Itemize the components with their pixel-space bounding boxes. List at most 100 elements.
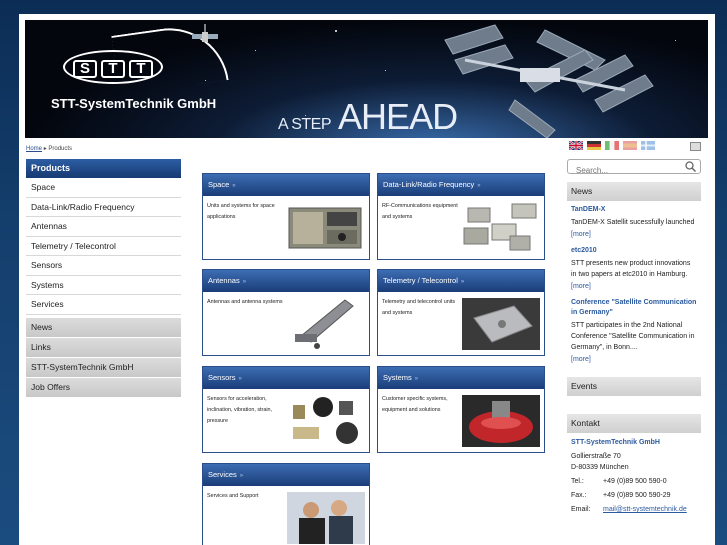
star bbox=[675, 40, 676, 41]
sidebar-item-news[interactable]: News bbox=[26, 317, 181, 337]
news-heading: News bbox=[567, 182, 701, 201]
page: S T T STT-SystemTechnik GmbH A STEP AHEA… bbox=[19, 14, 715, 545]
german-flag-icon[interactable] bbox=[587, 141, 601, 150]
tile-header[interactable]: Telemetry / Telecontrol» bbox=[378, 270, 544, 292]
news-text: STT participates in the 2nd National Con… bbox=[571, 322, 695, 351]
italian-flag-icon[interactable] bbox=[605, 141, 619, 150]
english-flag-icon[interactable] bbox=[569, 141, 583, 150]
sidebar-item-antennas[interactable]: Antennas bbox=[26, 217, 181, 237]
arrow-icon: » bbox=[238, 376, 242, 382]
space-unit-image bbox=[288, 207, 362, 249]
star bbox=[335, 30, 337, 32]
news-text: STT presents new product innovations in … bbox=[571, 260, 691, 278]
sidebar-header-products[interactable]: Products bbox=[26, 159, 181, 178]
search-input[interactable] bbox=[568, 164, 678, 177]
breadcrumb: Home ▸ Products bbox=[26, 145, 72, 152]
star bbox=[385, 70, 386, 71]
sidebar-item-job-offers[interactable]: Job Offers bbox=[26, 377, 181, 397]
tel-value: +49 (0)89 500 590-0 bbox=[603, 478, 667, 485]
tile-description: Units and systems for space applications bbox=[207, 203, 275, 220]
tile-header[interactable]: Services» bbox=[203, 464, 369, 486]
news-more-link[interactable]: [more] bbox=[571, 356, 697, 363]
right-column: News TanDEM-X TanDEM-X Satellit sucessfu… bbox=[567, 159, 701, 515]
header-banner: S T T STT-SystemTechnik GmbH A STEP AHEA… bbox=[25, 20, 708, 138]
sidebar-item-services[interactable]: Services bbox=[26, 295, 181, 315]
news-title[interactable]: TanDEM-X bbox=[571, 205, 697, 215]
breadcrumb-home-link[interactable]: Home bbox=[26, 146, 42, 152]
tile-systems[interactable]: Systems» Customer specific systems, equi… bbox=[377, 366, 545, 453]
tile-header[interactable]: Space» bbox=[203, 174, 369, 196]
logo[interactable]: S T T bbox=[73, 60, 153, 78]
sidebar-item-data-link[interactable]: Data-Link/Radio Frequency bbox=[26, 197, 181, 217]
fax-label: Fax.: bbox=[571, 492, 587, 499]
sidebar-item-space[interactable]: Space bbox=[26, 178, 181, 198]
tile-title: Services bbox=[208, 470, 237, 479]
news-title[interactable]: etc2010 bbox=[571, 246, 697, 256]
kontakt-street: Gollierstraße 70 bbox=[571, 453, 621, 460]
sidebar-item-sensors[interactable]: Sensors bbox=[26, 256, 181, 276]
tile-title: Space bbox=[208, 180, 230, 189]
tile-sensors[interactable]: Sensors» Sensors for acceleration, incli… bbox=[202, 366, 370, 453]
sidebar-item-links[interactable]: Links bbox=[26, 337, 181, 357]
kontakt-heading: Kontakt bbox=[567, 414, 701, 433]
news-list: TanDEM-X TanDEM-X Satellit sucessfully l… bbox=[567, 201, 701, 363]
logo-letter: S bbox=[73, 60, 97, 78]
services-image bbox=[287, 492, 365, 544]
tile-services[interactable]: Services» Services and Support bbox=[202, 463, 370, 545]
tile-data-link[interactable]: Data-Link/Radio Frequency» RF-Communicat… bbox=[377, 173, 545, 260]
satellite-icon bbox=[192, 24, 218, 42]
tile-title: Sensors bbox=[208, 373, 236, 382]
news-more-link[interactable]: [more] bbox=[571, 283, 697, 290]
logo-letter: T bbox=[101, 60, 125, 78]
arrow-icon: » bbox=[239, 473, 244, 479]
breadcrumb-separator: ▸ bbox=[43, 146, 47, 152]
arrow-icon: » bbox=[477, 183, 481, 189]
events-heading: Events bbox=[567, 377, 701, 396]
company-name: STT-SystemTechnik GmbH bbox=[51, 96, 217, 111]
news-title[interactable]: Conference "Satellite Communication in G… bbox=[571, 298, 697, 318]
tile-header[interactable]: Antennas» bbox=[203, 270, 369, 292]
tile-description: Telemetry and telecontrol units and syst… bbox=[382, 299, 456, 316]
kontakt-city: D-80339 München bbox=[571, 464, 629, 471]
tile-header[interactable]: Data-Link/Radio Frequency» bbox=[378, 174, 544, 196]
tile-space[interactable]: Space» Units and systems for space appli… bbox=[202, 173, 370, 260]
tile-description: Sensors for acceleration, inclination, v… bbox=[207, 396, 273, 424]
tile-header[interactable]: Systems» bbox=[378, 367, 544, 389]
email-label: Email: bbox=[571, 506, 591, 513]
telemetry-unit-image bbox=[462, 298, 540, 350]
sidebar-item-company[interactable]: STT-SystemTechnik GmbH bbox=[26, 357, 181, 377]
fax-value: +49 (0)89 500 590-29 bbox=[603, 492, 671, 499]
star bbox=[255, 50, 256, 51]
product-grid: Space» Units and systems for space appli… bbox=[189, 159, 561, 545]
tile-description: Services and Support bbox=[207, 493, 259, 499]
language-flags bbox=[569, 141, 655, 150]
space-station-image bbox=[444, 24, 654, 138]
spanish-flag-icon[interactable] bbox=[623, 141, 637, 150]
news-text: TanDEM-X Satellit sucessfully launched bbox=[571, 219, 695, 226]
breadcrumb-current: Products bbox=[48, 146, 73, 152]
sidebar: Products Space Data-Link/Radio Frequency… bbox=[26, 159, 181, 397]
systems-image bbox=[462, 395, 540, 447]
antenna-image bbox=[295, 299, 354, 349]
print-icon[interactable] bbox=[690, 142, 701, 151]
tagline: A STEP AHEAD bbox=[278, 96, 458, 138]
tile-telemetry[interactable]: Telemetry / Telecontrol» Telemetry and t… bbox=[377, 269, 545, 356]
arrow-icon: » bbox=[242, 279, 247, 285]
sidebar-item-systems[interactable]: Systems bbox=[26, 275, 181, 295]
finnish-flag-icon[interactable] bbox=[641, 141, 655, 150]
email-link[interactable]: mail@stt-systemtechnik.de bbox=[603, 504, 687, 515]
tile-header[interactable]: Sensors» bbox=[203, 367, 369, 389]
tile-title: Telemetry / Telecontrol bbox=[383, 276, 458, 285]
tagline-small: A STEP bbox=[278, 116, 332, 133]
tile-description: RF-Communications equipment and systems bbox=[382, 203, 458, 220]
arrow-icon: » bbox=[232, 183, 236, 189]
kontakt-company: STT-SystemTechnik GmbH bbox=[571, 439, 660, 446]
tile-description: Antennas and antenna systems bbox=[207, 299, 283, 305]
sidebar-item-telemetry[interactable]: Telemetry / Telecontrol bbox=[26, 236, 181, 256]
tagline-big: AHEAD bbox=[338, 96, 458, 137]
tel-label: Tel.: bbox=[571, 478, 584, 485]
news-more-link[interactable]: [more] bbox=[571, 231, 697, 238]
tile-title: Data-Link/Radio Frequency bbox=[383, 180, 475, 189]
tile-antennas[interactable]: Antennas» Antennas and antenna systems bbox=[202, 269, 370, 356]
search-icon[interactable] bbox=[685, 161, 696, 172]
